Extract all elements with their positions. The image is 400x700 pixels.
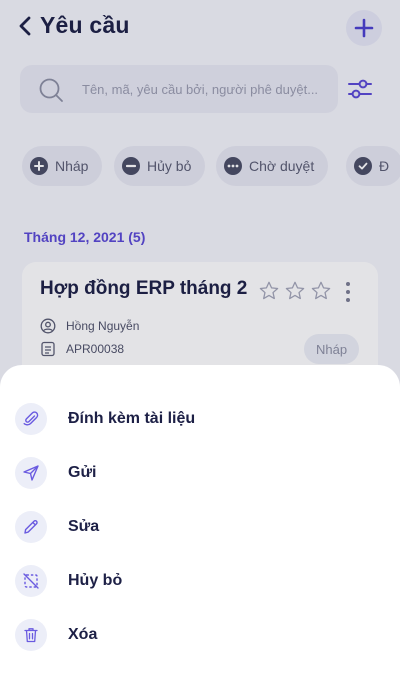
pencil-icon [15, 511, 47, 543]
action-bottom-sheet: Đính kèm tài liệu Gửi Sửa Hủy bỏ Xóa [0, 365, 400, 700]
action-label: Sửa [68, 518, 100, 535]
action-send[interactable]: Gửi [0, 449, 400, 497]
action-label: Xóa [68, 626, 98, 643]
action-label: Gửi [68, 464, 97, 481]
action-delete[interactable]: Xóa [0, 611, 400, 659]
action-attach-document[interactable]: Đính kèm tài liệu [0, 395, 400, 443]
action-cancel[interactable]: Hủy bỏ [0, 557, 400, 605]
paperclip-icon [15, 403, 47, 435]
action-edit[interactable]: Sửa [0, 503, 400, 551]
trash-icon [15, 619, 47, 651]
send-icon [15, 457, 47, 489]
action-label: Hủy bỏ [68, 572, 123, 589]
cancel-icon [15, 565, 47, 597]
action-label: Đính kèm tài liệu [68, 410, 196, 427]
